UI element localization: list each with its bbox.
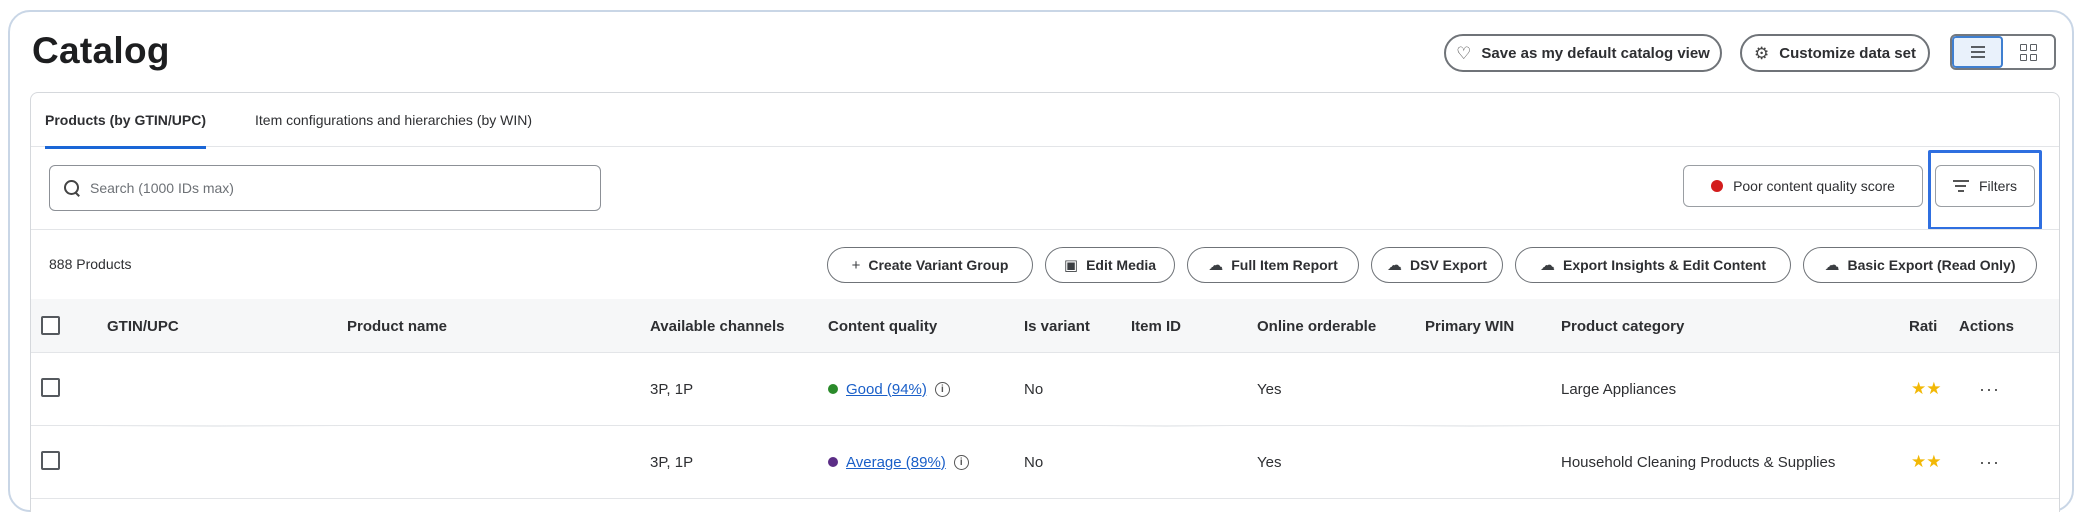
image-edit-icon: ▣ <box>1063 257 1079 274</box>
save-default-view-label: Save as my default catalog view <box>1481 44 1710 62</box>
list-icon <box>1970 43 1985 61</box>
cell-product-category: Household Cleaning Products & Supplies <box>1561 453 1836 471</box>
column-header-primary-win[interactable]: Primary WIN <box>1425 299 1514 353</box>
tab-bar: Products (by GTIN/UPC) Item configuratio… <box>31 93 2059 149</box>
red-dot-icon <box>1711 180 1724 192</box>
full-item-report-label: Full Item Report <box>1231 257 1338 273</box>
tab-item-configurations-label: Item configurations and hierarchies (by … <box>255 112 532 128</box>
table-row[interactable]: 3P, 1P Good (94%) i No Yes Large Applian… <box>31 353 2059 427</box>
content-quality-link[interactable]: Average (89%) <box>846 454 946 471</box>
dsv-export-label: DSV Export <box>1409 257 1487 273</box>
rating-stars-icon: ★★ <box>1911 452 1942 471</box>
filters-label: Filters <box>1978 178 2018 194</box>
cell-is-variant: No <box>1024 453 1044 471</box>
customize-data-set-button[interactable]: ⚙ Customize data set <box>1740 34 1930 72</box>
filters-button[interactable]: Filters <box>1935 165 2035 207</box>
cloud-download-icon: ☁ <box>1208 257 1224 274</box>
table-row[interactable]: 3P, 1P Average (89%) i No Yes Household … <box>31 426 2059 499</box>
heart-icon: ♡ <box>1456 43 1472 63</box>
column-header-gtin[interactable]: GTIN/UPC <box>107 299 179 353</box>
column-header-is-variant[interactable]: Is variant <box>1024 299 1090 353</box>
grid-icon <box>2020 43 2037 61</box>
cloud-download-icon: ☁ <box>1824 257 1840 274</box>
page-title: Catalog <box>32 30 170 71</box>
column-header-content-quality[interactable]: Content quality <box>828 299 937 353</box>
plus-icon: + <box>851 256 861 274</box>
list-view-button[interactable] <box>1952 36 2003 68</box>
column-header-actions: Actions <box>1959 317 2015 335</box>
search-input[interactable] <box>90 180 570 196</box>
tab-products-by-gtin[interactable]: Products (by GTIN/UPC) <box>45 93 207 149</box>
view-toggle <box>1950 34 2056 70</box>
cloud-download-icon: ☁ <box>1386 257 1402 274</box>
column-header-online-orderable[interactable]: Online orderable <box>1257 299 1376 353</box>
table-header: GTIN/UPC Product name Available channels… <box>31 299 2059 353</box>
content-quality-link[interactable]: Good (94%) <box>846 381 927 398</box>
catalog-panel: Products (by GTIN/UPC) Item configuratio… <box>30 92 2060 512</box>
row-actions-menu-icon[interactable]: ··· <box>1979 353 2000 425</box>
tab-item-configurations[interactable]: Item configurations and hierarchies (by … <box>255 93 532 147</box>
gear-icon: ⚙ <box>1754 43 1770 63</box>
poor-content-quality-filter-button[interactable]: Poor content quality score <box>1683 165 1923 207</box>
column-header-available-channels[interactable]: Available channels <box>650 299 785 353</box>
toolbar-divider <box>31 229 2059 230</box>
cell-online-orderable: Yes <box>1257 380 1282 398</box>
row-actions-menu-icon[interactable]: ··· <box>1979 426 2000 498</box>
poor-content-quality-label: Poor content quality score <box>1733 178 1895 194</box>
save-default-view-button[interactable]: ♡ Save as my default catalog view <box>1444 34 1722 72</box>
rating-stars-icon: ★★ <box>1911 379 1942 398</box>
edit-media-label: Edit Media <box>1086 257 1157 273</box>
filter-icon <box>1952 177 1969 195</box>
cell-is-variant: No <box>1024 380 1044 398</box>
cell-product-category: Large Appliances <box>1561 380 1677 398</box>
quality-good-dot-icon <box>828 384 838 394</box>
column-header-product-name[interactable]: Product name <box>347 299 447 353</box>
cell-available-channels: 3P, 1P <box>650 453 694 471</box>
row-checkbox[interactable] <box>41 451 60 470</box>
cell-content-quality: Good (94%) i <box>828 353 950 425</box>
dsv-export-button[interactable]: ☁ DSV Export <box>1371 247 1503 283</box>
info-icon[interactable]: i <box>953 454 969 470</box>
column-header-product-category[interactable]: Product category <box>1561 299 1684 353</box>
create-variant-group-label: Create Variant Group <box>868 257 1009 273</box>
edit-media-button[interactable]: ▣ Edit Media <box>1045 247 1175 283</box>
cloud-download-icon: ☁ <box>1540 257 1555 274</box>
select-all-checkbox[interactable] <box>41 316 60 335</box>
export-insights-button[interactable]: ☁ Export Insights & Edit Content <box>1515 247 1791 283</box>
grid-view-button[interactable] <box>2003 36 2054 68</box>
cell-available-channels: 3P, 1P <box>650 380 694 398</box>
search-icon <box>64 180 80 196</box>
create-variant-group-button[interactable]: + Create Variant Group <box>827 247 1033 283</box>
product-count: 888 Products <box>49 256 132 272</box>
info-icon[interactable]: i <box>934 381 950 397</box>
column-header-rating[interactable]: Rati <box>1909 299 1937 353</box>
row-checkbox[interactable] <box>41 378 60 397</box>
customize-data-set-label: Customize data set <box>1779 44 1916 62</box>
column-header-item-id[interactable]: Item ID <box>1131 299 1181 353</box>
cell-content-quality: Average (89%) i <box>828 426 969 498</box>
tab-products-label: Products (by GTIN/UPC) <box>45 112 207 128</box>
search-field[interactable] <box>49 165 601 211</box>
basic-export-label: Basic Export (Read Only) <box>1847 257 2016 273</box>
full-item-report-button[interactable]: ☁ Full Item Report <box>1187 247 1359 283</box>
quality-average-dot-icon <box>828 457 838 467</box>
basic-export-button[interactable]: ☁ Basic Export (Read Only) <box>1803 247 2037 283</box>
export-insights-label: Export Insights & Edit Content <box>1563 257 1766 273</box>
cell-online-orderable: Yes <box>1257 453 1282 471</box>
